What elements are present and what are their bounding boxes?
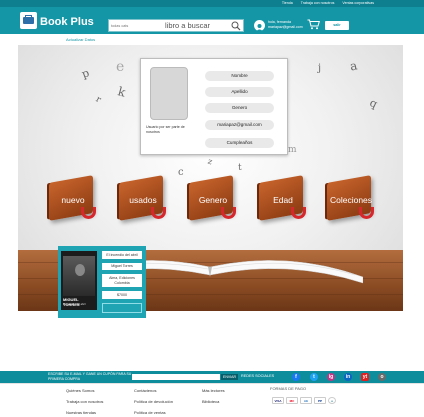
floating-letter: j [318,63,322,74]
book-title: El incendio del abril [102,251,142,259]
profile-field-birthday[interactable]: Cumpleaños [205,138,274,148]
footer-link-contact[interactable]: Contáctenos [134,385,173,396]
book-card[interactable]: MIGUEL TORRES El incendio del abril El i… [58,246,146,318]
search-icon[interactable] [231,21,241,31]
category-label: nuevo [61,195,85,205]
footer-link-sales-policy[interactable]: Política de ventas [134,407,173,417]
user-icon [256,24,263,32]
other-social-icon[interactable]: o [378,373,386,381]
profile-field-lastname[interactable]: Apellido [205,87,274,97]
footer-link-about[interactable]: Quiénes Somos [66,385,103,396]
amex-icon: AE [300,397,312,404]
social-title: REDES SOCIALES [241,374,275,378]
update-data-link[interactable]: Actualizar Datos [66,37,95,42]
twitter-icon[interactable]: t [310,373,318,381]
newsletter-email-input[interactable] [132,374,220,380]
brand-name[interactable]: Book Plus [40,16,94,28]
category-new[interactable]: nuevo [43,173,103,225]
top-bar: Tienda Trabaja con nosotros Ventas corpo… [0,0,424,7]
category-collections[interactable]: Coleciones [321,173,381,225]
category-label: Genero [198,195,228,205]
cover-subtitle: El incendio del abril [63,303,86,306]
top-links: Tienda Trabaja con nosotros Ventas corpo… [282,0,374,7]
floating-letter: r [93,94,103,106]
user-email: mariapaz@gmail.com [268,25,303,29]
floating-letter: a [348,58,359,74]
floating-letter: e [116,59,125,75]
category-genre[interactable]: Genero [183,173,243,225]
cart-icon[interactable] [307,19,320,30]
book-price: $7000 [102,291,142,299]
instagram-icon[interactable]: ig [327,373,335,381]
footer-link-library[interactable]: Biblioteca [202,396,225,407]
newsletter-send-button[interactable]: ENVIAR [221,374,238,380]
profile-photo[interactable] [150,67,188,120]
category-label: Coleciones [329,195,373,205]
linkedin-icon[interactable]: in [344,373,352,381]
newsletter-promo: ESCRIBE SU E-MAIL Y GANE UN CUPÓN PARA S… [48,372,132,381]
top-link-jobs[interactable]: Trabaja con nosotros [301,0,335,7]
floating-letter: m [288,145,297,155]
category-age[interactable]: Edad [253,173,313,225]
book-cover[interactable]: MIGUEL TORRES El incendio del abril [61,251,97,310]
category-used[interactable]: usados [113,173,173,225]
footer-col-2: Contáctenos Política de devolución Polít… [134,385,173,417]
payment-methods-title: FORMAS DE PAGO [270,386,307,391]
floating-letter: q [367,96,380,111]
floating-letter: t [238,163,242,173]
category-label: usados [129,195,157,205]
footer-link-readers[interactable]: Más lectores [202,385,225,396]
exit-button[interactable]: salir [325,21,349,30]
footer-divider [0,383,424,384]
floating-letter: k [116,84,127,100]
paypal-icon: PP [314,397,326,404]
main-header: Book Plus todas cats libro a buscar hola… [0,7,424,34]
visa-icon: VISA [272,397,284,404]
book-publisher: Alma, Ediciones Colombia [102,274,142,287]
footer-link-returns[interactable]: Política de devolución [134,396,173,407]
user-info: hola, fernanda mariapaz@gmail.com [268,20,303,30]
category-label: Edad [273,195,293,205]
footer-link-jobs[interactable]: Trabaja con nosotros [66,396,103,407]
profile-field-name[interactable]: Nombre [205,71,274,81]
floating-letter: p [79,66,92,81]
footer-col-3: Más lectores Biblioteca [202,385,225,407]
top-link-corporate[interactable]: Ventas corporativas [342,0,374,7]
search-input[interactable]: libro a buscar [165,20,210,32]
add-to-cart-button[interactable] [102,303,142,313]
youtube-icon[interactable]: yt [361,373,369,381]
other-payment-icon: o [328,397,336,404]
logo-icon[interactable] [20,12,37,29]
search-bar[interactable]: todas cats libro a buscar [108,19,244,32]
profile-field-gender[interactable]: Genero [205,103,274,113]
footer-col-1: Quiénes Somos Trabaja con nosotros Nuest… [66,385,103,417]
member-since-text: Usuario por ser parte de nosotros [146,125,185,134]
footer-link-stores[interactable]: Nuestras tiendas [66,407,103,417]
top-link-store[interactable]: Tienda [282,0,293,7]
book-author: Miguel Torres [102,263,142,270]
avatar[interactable] [254,20,265,32]
mastercard-icon: MC [286,397,298,404]
profile-field-email[interactable]: mariapaz@gmail.com [205,120,274,130]
facebook-icon[interactable]: f [292,373,300,381]
search-category[interactable]: todas cats [111,20,128,32]
profile-card: Usuario por ser parte de nosotros Nombre… [140,58,288,155]
floating-letter: z [206,156,214,167]
